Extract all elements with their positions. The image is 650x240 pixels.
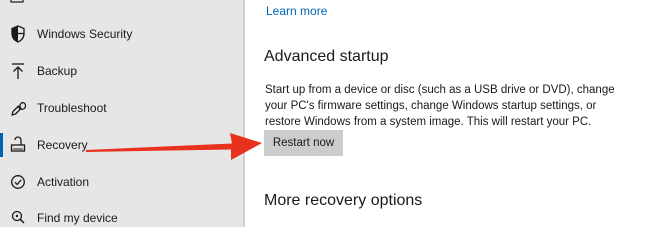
learn-more-link[interactable]: Learn more (266, 4, 327, 18)
restart-now-button[interactable]: Restart now (264, 130, 343, 156)
sidebar-item-find-my-device[interactable]: Find my device (0, 199, 243, 227)
backup-arrow-icon (9, 62, 27, 80)
sidebar-item-backup[interactable]: Backup (0, 52, 243, 89)
sidebar-item-label: Activation (37, 174, 90, 189)
shield-icon (9, 24, 27, 43)
recovery-icon (9, 135, 27, 154)
sidebar-item-label: Find my device (37, 210, 118, 225)
recovery-content-pane: Learn more Advanced startup Start up fro… (245, 0, 650, 227)
sidebar-item-windows-security[interactable]: Windows Security (0, 15, 243, 52)
sidebar-item-activation[interactable]: Activation (0, 163, 243, 200)
advanced-startup-heading: Advanced startup (264, 48, 389, 65)
sidebar-item-recovery[interactable]: Recovery (0, 126, 243, 163)
sidebar-item-label: Windows Security (37, 26, 133, 41)
wrench-icon (9, 99, 27, 117)
settings-sidebar: Windows Security Backup Troubleshoot Rec… (0, 0, 243, 227)
sidebar-item-troubleshoot[interactable]: Troubleshoot (0, 89, 243, 126)
activation-check-icon (9, 173, 27, 191)
sidebar-item-label: Recovery (37, 137, 88, 152)
sidebar-item-label: Troubleshoot (37, 100, 107, 115)
advanced-startup-description: Start up from a device or disc (such as … (265, 84, 615, 128)
find-device-icon (9, 209, 27, 227)
sidebar-item-partial[interactable] (0, 0, 243, 8)
sidebar-item-label: Backup (37, 63, 78, 78)
partial-item-icon (9, 0, 25, 4)
more-recovery-options-heading: More recovery options (264, 192, 423, 209)
